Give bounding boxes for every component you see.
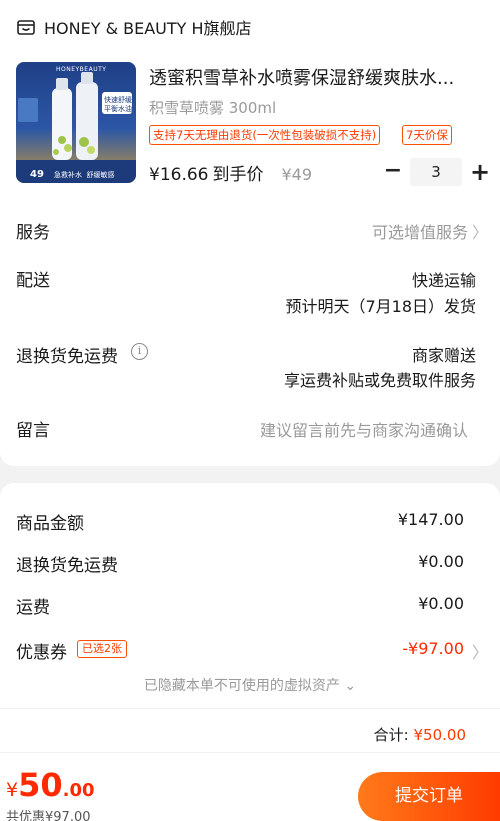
quantity-increase-button[interactable]: + xyxy=(468,158,492,186)
total-value: ¥50.00 xyxy=(413,726,467,744)
pay-amount: ¥ 50 .00 xyxy=(6,766,95,804)
total-label: 合计: xyxy=(373,726,409,744)
submit-order-button[interactable]: 提交订单 xyxy=(358,772,500,821)
store-header[interactable]: HONEY & BEAUTY H旗舰店 xyxy=(16,14,252,40)
price-now: ¥16.66 xyxy=(149,165,209,185)
price-row: ¥16.66 到手价 ¥49 xyxy=(149,160,313,185)
delivery-method: 快递运输 xyxy=(411,271,476,290)
shipping-label: 运费 xyxy=(16,598,50,618)
coupon-label: 优惠券 xyxy=(16,643,67,663)
pay-amount-decimal: .00 xyxy=(62,780,95,801)
hidden-assets-toggle[interactable]: 已隐藏本单不可使用的虚拟资产 ⌄ xyxy=(0,675,500,695)
image-badge-line-2: 平衡水油 xyxy=(104,105,132,113)
return-fee-label: 退换货免运费 xyxy=(16,556,118,576)
total-discount: 共优惠¥97.00 xyxy=(6,810,91,821)
coupon-value[interactable]: -¥97.00 xyxy=(402,639,464,658)
quantity-decrease-button[interactable]: − xyxy=(382,160,404,184)
pay-amount-integer: 50 xyxy=(18,766,63,804)
return-policy-tag: 支持7天无理由退货(一次性包装破损不支持) xyxy=(149,125,381,145)
pay-currency: ¥ xyxy=(6,779,19,801)
price-original: ¥49 xyxy=(281,165,313,184)
delivery-eta: 预计明天（7月18日）发货 xyxy=(285,297,476,316)
store-name: HONEY & BEAUTY H旗舰店 xyxy=(44,19,252,38)
delivery-label: 配送 xyxy=(16,271,50,291)
image-price: 49 xyxy=(30,169,44,180)
coupon-chevron-icon[interactable]: 〉 xyxy=(472,639,488,663)
product-title[interactable]: 透蜜积雪草补水喷雾保湿舒缓爽肤水... xyxy=(149,64,475,90)
message-input[interactable]: 建议留言前先与商家沟通确认 xyxy=(260,417,468,441)
total-row: 合计: ¥50.00 xyxy=(374,724,466,745)
return-fee-value: ¥0.00 xyxy=(418,552,464,571)
product-bottles-illustration xyxy=(16,72,136,183)
info-icon[interactable]: i xyxy=(131,343,148,360)
coupon-selected-badge[interactable]: 已选2张 xyxy=(77,640,127,658)
quantity-input[interactable]: 3 xyxy=(410,158,462,186)
shipping-value: ¥0.00 xyxy=(418,594,464,613)
price-label: 到手价 xyxy=(212,165,264,185)
service-value[interactable]: 可选增值服务 xyxy=(372,219,468,243)
divider xyxy=(0,708,500,709)
service-chevron-icon[interactable]: 〉 xyxy=(472,219,488,243)
goods-amount-label: 商品金额 xyxy=(16,514,84,534)
return-shipping-label: 退换货免运费 xyxy=(16,347,118,367)
message-label: 留言 xyxy=(16,421,50,441)
price-protect-tag: 7天价保 xyxy=(402,125,452,145)
goods-amount-value: ¥147.00 xyxy=(397,510,464,529)
image-caption: 急救补水 舒缓敏感 xyxy=(54,171,115,179)
image-brand-text: HONEYBEAUTY xyxy=(56,66,107,73)
shop-icon xyxy=(17,20,35,35)
service-label: 服务 xyxy=(16,223,50,243)
return-shipping-gift: 商家赠送 xyxy=(411,346,476,365)
product-spec[interactable]: 积雪草喷雾 300ml xyxy=(149,97,276,118)
return-shipping-desc: 享运费补贴或免费取件服务 xyxy=(283,371,476,390)
product-image[interactable]: HONEYBEAUTY 快速舒缓 平衡水油 49 急救补水 舒缓敏感 xyxy=(16,62,136,183)
